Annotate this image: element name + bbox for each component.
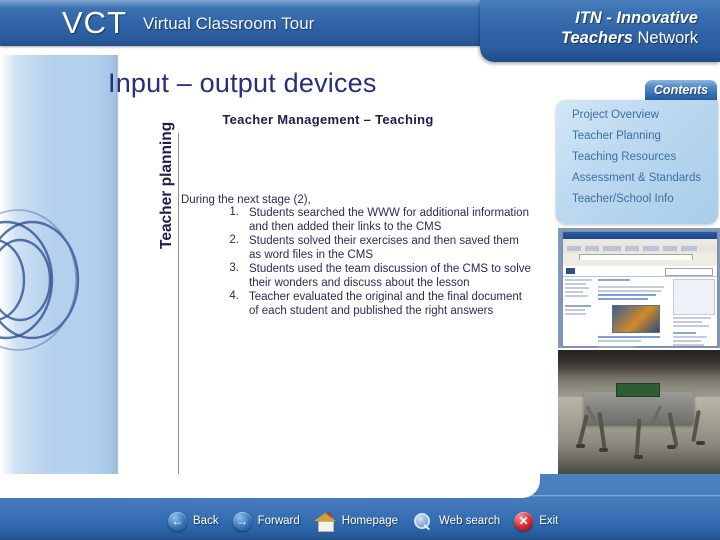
list-item-number: 2.	[229, 234, 239, 246]
list-item: 3. Students used the team discussion of …	[213, 262, 533, 290]
list-item-number: 3.	[229, 262, 239, 274]
vct-logo: VCT	[62, 5, 127, 40]
page-title: Input – output devices	[108, 68, 377, 98]
house-icon	[313, 511, 336, 532]
media-stack	[558, 228, 720, 474]
list-item-text: Students solved their exercises and then…	[249, 235, 519, 261]
contents-link-assessment-standards[interactable]: Assessment & Standards	[572, 172, 701, 184]
slide-canvas: ITN - Innovative Teachers Network VCT Vi…	[0, 0, 720, 540]
nav-homepage-label: Homepage	[341, 515, 399, 527]
nav-exit-button[interactable]: ✕ Exit	[514, 511, 559, 531]
brand-line-2: Teachers Network	[561, 29, 698, 48]
nav-back-label: Back	[193, 515, 219, 527]
list-item-text: Students searched the WWW for additional…	[249, 207, 529, 233]
decorative-rings-icon	[0, 198, 98, 363]
contents-link-teacher-planning[interactable]: Teacher Planning	[572, 130, 661, 142]
contents-tab-label: Contents	[653, 83, 709, 97]
list-item-number: 4.	[229, 290, 239, 302]
nav-exit-label: Exit	[539, 515, 559, 527]
brand-bold-word: Teachers	[561, 29, 633, 47]
brand-panel: ITN - Innovative Teachers Network	[480, 0, 720, 62]
list-item-text: Teacher evaluated the original and the f…	[249, 291, 522, 317]
contents-link-teacher-school-info[interactable]: Teacher/School Info	[572, 193, 674, 205]
nav-websearch-button[interactable]: Web search	[412, 512, 500, 531]
brand-rest-word: Network	[632, 29, 698, 47]
contents-link-teaching-resources[interactable]: Teaching Resources	[572, 151, 676, 163]
body-lead-text: During the next stage (2),	[181, 194, 311, 206]
list-item-text: Students used the team discussion of the…	[249, 263, 531, 289]
robot-photo-image	[558, 350, 720, 474]
brand-line-1: ITN - Innovative	[575, 9, 698, 27]
contents-panel: Project Overview Teacher Planning Teachi…	[556, 100, 718, 224]
magnifier-icon	[412, 512, 433, 531]
footer-nav: ← Back → Forward Homepage Web search ✕ E…	[168, 508, 572, 534]
nav-websearch-label: Web search	[439, 515, 501, 527]
nav-back-button[interactable]: ← Back	[168, 511, 219, 531]
arrow-left-icon: ←	[168, 511, 187, 531]
list-item: 4. Teacher evaluated the original and th…	[213, 290, 533, 318]
contents-link-project-overview[interactable]: Project Overview	[572, 109, 659, 121]
footer-highlight	[0, 495, 720, 497]
arrow-right-icon: →	[232, 511, 252, 531]
list-item-number: 1.	[229, 206, 239, 218]
vct-logo-subtitle: Virtual Classroom Tour	[143, 14, 315, 33]
nav-forward-button[interactable]: → Forward	[232, 511, 300, 531]
ordered-list: 1. Students searched the WWW for additio…	[213, 206, 533, 318]
list-item: 2. Students solved their exercises and t…	[213, 234, 533, 262]
x-close-icon: ✕	[514, 511, 534, 531]
contents-tab[interactable]: Contents	[645, 80, 717, 101]
nav-forward-label: Forward	[257, 515, 300, 527]
nav-homepage-button[interactable]: Homepage	[313, 511, 399, 532]
list-item: 1. Students searched the WWW for additio…	[213, 206, 533, 234]
section-side-label: Teacher planning	[158, 121, 175, 249]
cms-browser-screenshot-image	[558, 228, 720, 348]
